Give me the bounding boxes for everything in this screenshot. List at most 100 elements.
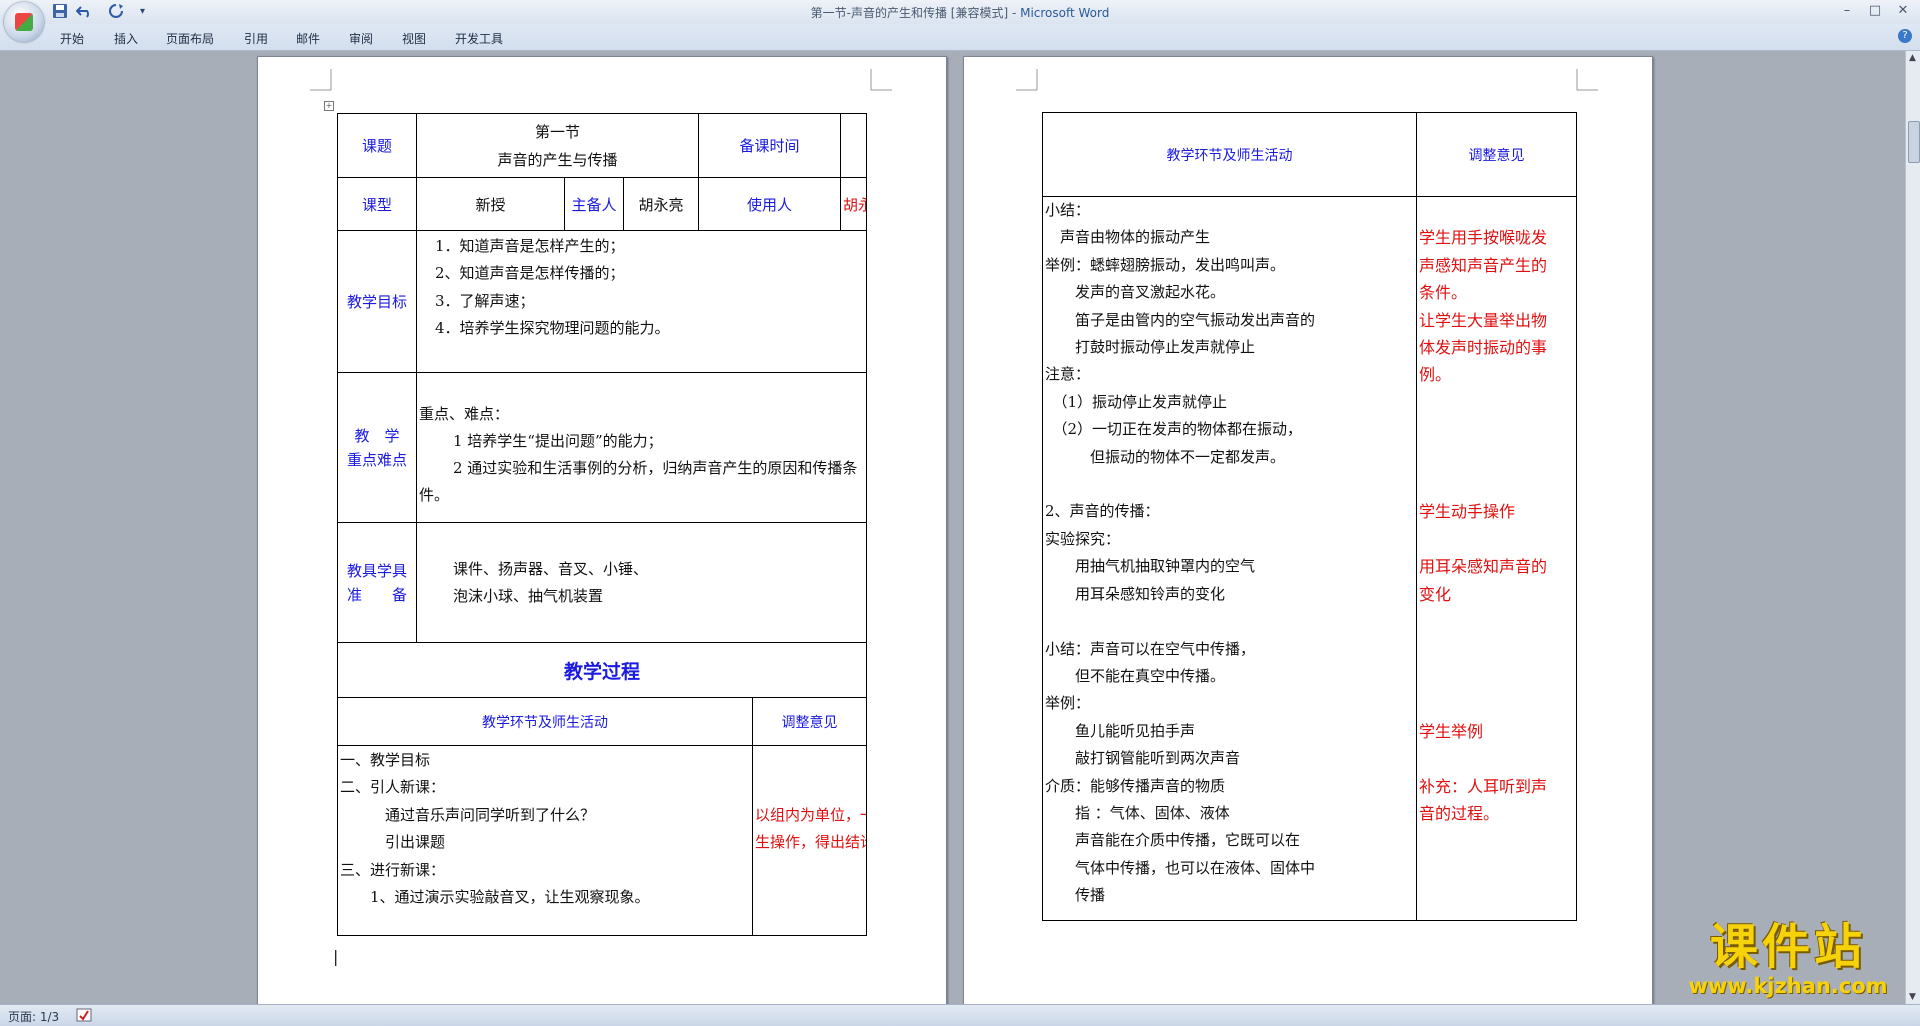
proofing-icon[interactable] xyxy=(76,1008,92,1025)
adjust-line xyxy=(1419,416,1574,443)
activity-line: 用抽气机抽取钟罩内的空气 xyxy=(1045,557,1256,576)
maximize-button[interactable]: □ xyxy=(1862,2,1888,20)
activity-line: 指 ：气体、固体、液体 xyxy=(1045,803,1230,822)
margin-corner-mark xyxy=(1576,69,1598,91)
activity-line: 声音由物体的振动产生 xyxy=(1045,228,1211,247)
text-cursor: | xyxy=(333,947,339,966)
status-bar: 页面: 1/3 xyxy=(0,1004,1920,1026)
activity-line: 三、进行新课： xyxy=(340,860,446,879)
watermark-logo: 课件站 www.kjzhan.com xyxy=(1668,920,1908,1004)
page-2: 教学环节及师生活动 调整意见 小结： 声音由物体的振动产生 举例：蟋蟀翅膀振动，… xyxy=(963,56,1653,1004)
office-button[interactable] xyxy=(4,2,44,42)
activity-line xyxy=(1045,471,1414,498)
scroll-down-icon[interactable]: ▼ xyxy=(1909,992,1916,1002)
goals-list: 1．知道声音是怎样产生的； 2、知道声音是怎样传播的； 3．了解声速； 4．培养… xyxy=(415,230,868,373)
activity-line: 传播 xyxy=(1045,886,1106,905)
tab-home[interactable]: 开始 xyxy=(60,30,84,47)
adjust-cell: 以组内为单位，一 生操作，得出结论。 xyxy=(752,745,868,936)
table-move-handle-icon[interactable]: + xyxy=(324,101,334,111)
activity-line: 发声的音叉激起水花。 xyxy=(1045,283,1226,302)
activity-line: 一、教学目标 xyxy=(340,751,431,769)
activity-line: 介质：能够传播声音的物质 xyxy=(1045,776,1226,795)
window-title: 第一节-声音的产生和传播 [兼容模式] - Microsoft Word xyxy=(810,6,1110,20)
tab-references[interactable]: 引用 xyxy=(244,30,268,47)
adjust-line: 学生用手按喉咙发 xyxy=(1419,228,1548,248)
activity-line: 笛子是由管内的空气振动发出声音的 xyxy=(1045,310,1316,329)
close-button[interactable]: ✕ xyxy=(1890,2,1916,20)
adjust-line xyxy=(1419,663,1574,690)
lesson-type-label: 课型 xyxy=(337,177,417,231)
key-point-item: 1 培养学生“提出问题”的能力； xyxy=(453,432,663,450)
activity-line: 打鼓时振动停止发声就停止 xyxy=(1045,338,1256,357)
tab-review[interactable]: 审阅 xyxy=(349,30,373,47)
activity-line: （1）振动停止发声就停止 xyxy=(1045,392,1228,411)
adjust-line: 补充：人耳听到声 xyxy=(1419,776,1548,796)
vertical-scrollbar[interactable]: ▲ ▼ xyxy=(1905,51,1920,1004)
title-bar: 第一节-声音的产生和传播 [兼容模式] - Microsoft Word ▾ –… xyxy=(0,0,1920,25)
tab-insert[interactable]: 插入 xyxy=(114,30,138,47)
activity-line: 举例：蟋蟀翅膀振动，发出鸣叫声。 xyxy=(1045,255,1286,274)
tools-cell: 课件、扬声器、音叉、小锤、 泡沫小球、抽气机装置 xyxy=(415,522,868,643)
goal-item: 2、知道声音是怎样传播的； xyxy=(435,264,625,283)
adjust-line: 以组内为单位，一 xyxy=(755,806,867,824)
activity-line xyxy=(1045,608,1414,635)
undo-icon[interactable] xyxy=(75,3,94,21)
watermark-title: 课件站 xyxy=(1709,919,1866,975)
activity-line: 小结：声音可以在空气中传播， xyxy=(1045,639,1256,658)
tab-developer[interactable]: 开发工具 xyxy=(455,30,503,47)
margin-corner-mark xyxy=(1016,69,1038,91)
adjust-line: 条件。 xyxy=(1419,283,1468,303)
adjust-line: 音的过程。 xyxy=(1419,803,1500,823)
activity-column-header: 教学环节及师生活动 xyxy=(1042,112,1417,197)
margin-corner-mark xyxy=(310,69,332,91)
office-logo-icon xyxy=(15,13,33,31)
activity-line: 引出课题 xyxy=(340,833,446,852)
app-name: Microsoft Word xyxy=(1020,6,1110,20)
lesson-type-value: 新授 xyxy=(416,177,565,231)
qat-more-icon[interactable]: ▾ xyxy=(140,3,145,21)
activity-line: 举例： xyxy=(1045,694,1091,713)
adjust-line xyxy=(1419,636,1574,663)
redo-icon[interactable] xyxy=(108,3,124,21)
adjust-line xyxy=(1419,389,1574,416)
adjust-line xyxy=(1419,197,1574,224)
adjust-line: 例。 xyxy=(1419,365,1452,385)
adjust-line xyxy=(1419,471,1574,498)
process-title: 教学过程 xyxy=(336,642,868,698)
tools-line: 泡沫小球、抽气机装置 xyxy=(453,586,604,605)
scroll-up-icon[interactable]: ▲ xyxy=(1909,53,1916,63)
goal-item: 1．知道声音是怎样产生的； xyxy=(435,237,625,255)
lesson-title-line-1: 第一节 xyxy=(535,122,581,141)
activity-line: 气体中传播，也可以在液体、固体中 xyxy=(1045,858,1316,877)
tab-view[interactable]: 视图 xyxy=(402,30,426,47)
ribbon-tab-bar: 开始 插入 页面布局 引用 邮件 审阅 视图 开发工具 ? xyxy=(0,24,1920,51)
watermark-url: www.kjzhan.com xyxy=(1688,974,1888,998)
tools-line: 课件、扬声器、音叉、小锤、 xyxy=(453,559,649,578)
activities-cell: 一、教学目标 二、引人新课： 通过音乐声问同学听到了什么？ 引出课题 三、进行新… xyxy=(336,745,754,936)
prep-time-value xyxy=(840,113,868,178)
adjust-line: 让学生大量举出物 xyxy=(1419,310,1548,330)
adjust-line: 学生举例 xyxy=(1419,721,1484,741)
help-icon[interactable]: ? xyxy=(1898,29,1912,43)
adjust-line xyxy=(1419,526,1574,553)
key-points-label: 教 学重点难点 xyxy=(337,372,417,523)
adjust-line xyxy=(1419,745,1574,772)
adjust-line: 生操作，得出结论。 xyxy=(755,833,866,852)
minimize-button[interactable]: – xyxy=(1834,2,1860,20)
user-value: 胡永亮 xyxy=(840,177,868,231)
tab-page-layout[interactable]: 页面布局 xyxy=(166,30,214,47)
save-icon[interactable] xyxy=(52,3,68,21)
lesson-plan-table: 课题 第一节 声音的产生与传播 备课时间 课型 新授 主备人 胡永亮 使用人 胡… xyxy=(336,113,868,936)
prep-time-label: 备课时间 xyxy=(698,113,842,178)
page-indicator[interactable]: 页面: 1/3 xyxy=(8,1008,59,1025)
adjust-line xyxy=(1419,608,1574,635)
tab-mailings[interactable]: 邮件 xyxy=(296,30,320,47)
adjust-line: 声感知声音产生的 xyxy=(1419,255,1548,275)
activities-cell: 小结： 声音由物体的振动产生 举例：蟋蟀翅膀振动，发出鸣叫声。 发声的音叉激起水… xyxy=(1042,196,1417,921)
preparer-value: 胡永亮 xyxy=(622,177,700,231)
tools-label: 教具学具准 备 xyxy=(337,522,417,643)
scroll-thumb[interactable] xyxy=(1908,121,1920,163)
lesson-title-label: 课题 xyxy=(337,113,417,178)
activity-line: 但不能在真空中传播。 xyxy=(1045,666,1226,685)
key-points-cell: 重点、难点： 1 培养学生“提出问题”的能力； 2 通过实验和生活事例的分析，归… xyxy=(415,372,868,523)
